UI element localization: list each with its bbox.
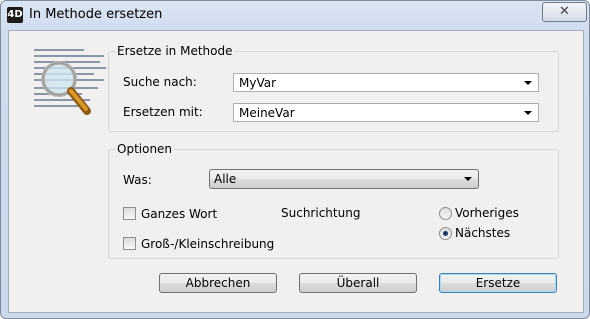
find-replace-illustration-icon (32, 41, 110, 123)
chevron-down-icon[interactable] (524, 81, 532, 85)
whole-word-label[interactable]: Ganzes Wort (141, 207, 217, 221)
dialog-window: 4D In Methode ersetzen ✕ Ersetze in Meth… (0, 0, 590, 319)
chevron-down-icon[interactable] (524, 111, 532, 115)
window-title: In Methode ersetzen (29, 7, 163, 22)
whole-word-checkbox[interactable] (123, 207, 136, 220)
direction-label: Suchrichtung (281, 206, 361, 220)
replace-button[interactable]: Ersetze (439, 273, 557, 293)
options-group: Optionen Was: Alle Ganzes Wort Suchricht… (108, 142, 559, 259)
search-value: MyVar (239, 76, 277, 90)
replace-label: Ersetzen mit: (123, 105, 203, 119)
direction-previous-radio[interactable] (439, 207, 452, 220)
search-label: Suche nach: (123, 75, 197, 89)
4d-logo-icon: 4D (7, 7, 23, 23)
cancel-button[interactable]: Abbrechen (159, 273, 277, 293)
replace-combo[interactable]: MeineVar (233, 103, 539, 122)
chevron-down-icon[interactable] (464, 177, 472, 181)
case-label[interactable]: Groß-/Kleinschreibung (141, 237, 274, 251)
replace-group-title: Ersetze in Methode (115, 44, 235, 58)
replace-value: MeineVar (239, 106, 295, 120)
case-checkbox[interactable] (123, 237, 136, 250)
replace-group: Ersetze in Methode Suche nach: MyVar Ers… (108, 44, 559, 132)
title-bar[interactable]: 4D In Methode ersetzen ✕ (1, 1, 589, 29)
what-value: Alle (214, 172, 237, 186)
close-button[interactable]: ✕ (542, 2, 587, 22)
direction-next-radio[interactable] (439, 227, 452, 240)
replace-all-button[interactable]: Überall (299, 273, 417, 293)
search-combo[interactable]: MyVar (233, 73, 539, 92)
what-label: Was: (123, 173, 152, 187)
direction-next-label[interactable]: Nächstes (455, 226, 510, 240)
direction-previous-label[interactable]: Vorheriges (455, 206, 519, 220)
options-group-title: Optionen (115, 142, 175, 156)
what-select[interactable]: Alle (209, 169, 479, 189)
dialog-body: Ersetze in Methode Suche nach: MyVar Ers… (8, 30, 584, 313)
magnifier-icon (41, 61, 91, 115)
